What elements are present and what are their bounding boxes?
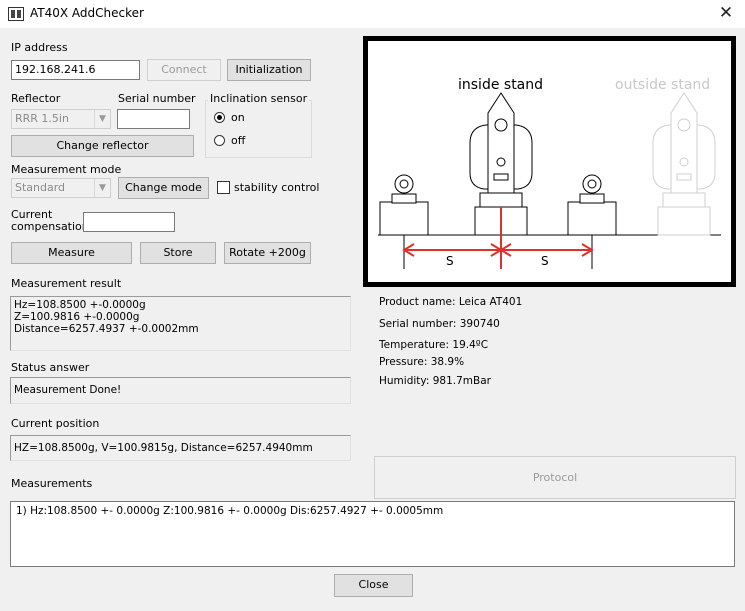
current-position-label: Current position <box>11 417 100 430</box>
product-name-row: Product name: Leica AT401 <box>379 296 522 308</box>
s-left-label: S <box>446 254 454 268</box>
current-compensation-label-line2: compensation <box>11 220 89 233</box>
humidity-value: 981.7mBar <box>432 375 491 387</box>
reflector-select[interactable]: RRR 1.5in ▼ <box>11 109 111 129</box>
humidity-label: Humidity: <box>379 375 430 387</box>
measurement-result-label: Measurement result <box>11 277 122 290</box>
instrument-serial-label: Serial number: <box>379 318 457 330</box>
store-button[interactable]: Store <box>140 242 216 264</box>
initialization-button[interactable]: Initialization <box>227 59 311 81</box>
s-right-label: S <box>541 254 549 268</box>
reflector-label: Reflector <box>11 92 61 105</box>
serial-number-label: Serial number <box>118 92 196 105</box>
close-window-button[interactable]: ✕ <box>713 2 739 24</box>
left-reflector-icon <box>379 174 429 236</box>
window-title: AT40X AddChecker <box>30 6 144 20</box>
list-item[interactable]: 1) Hz:108.8500 +- 0.0000g Z:100.9816 +- … <box>16 505 729 517</box>
measurement-mode-select[interactable]: Standard ▼ <box>11 178 111 198</box>
inclination-off-radio[interactable] <box>214 135 225 146</box>
chevron-down-icon: ▼ <box>94 179 110 197</box>
stability-control-label: stability control <box>234 181 320 194</box>
change-reflector-button[interactable]: Change reflector <box>11 135 194 157</box>
inside-stand-label: inside stand <box>458 77 543 93</box>
inclination-sensor-title: Inclination sensor <box>208 92 310 105</box>
measurements-label: Measurements <box>11 477 93 490</box>
chevron-down-icon: ▼ <box>94 110 110 128</box>
inclination-off-label: off <box>231 134 246 147</box>
current-compensation-input[interactable] <box>83 212 175 232</box>
change-mode-button[interactable]: Change mode <box>118 177 209 199</box>
protocol-button[interactable]: Protocol <box>374 456 736 499</box>
radio-dot-icon <box>217 115 222 120</box>
measurement-mode-select-value: Standard <box>15 181 66 194</box>
status-answer-box: Measurement Done! <box>10 377 351 404</box>
stand-diagram: inside stand outside stand S S <box>363 36 736 287</box>
pressure-label: Pressure: <box>379 356 428 368</box>
temperature-row: Temperature: 19.4ºC <box>379 339 488 351</box>
inclination-sensor-group <box>205 100 312 158</box>
pressure-value: 38.9% <box>430 356 465 368</box>
instrument-serial-value: 390740 <box>459 318 500 330</box>
current-position-box: HZ=108.8500g, V=100.9815g, Distance=6257… <box>10 435 351 461</box>
measurement-mode-label: Measurement mode <box>11 163 122 176</box>
temperature-value: 19.4ºC <box>452 339 489 351</box>
measurements-list[interactable]: 1) Hz:108.8500 +- 0.0000g Z:100.9816 +- … <box>10 501 735 567</box>
measurement-result-box: Hz=108.8500 +-0.0000g Z=100.9816 +-0.000… <box>10 296 351 351</box>
pressure-row: Pressure: 38.9% <box>379 356 464 368</box>
product-name-label: Product name: <box>379 296 456 308</box>
tracker-outside-icon <box>652 92 716 236</box>
stand-diagram-svg: inside stand outside stand S S <box>378 77 721 269</box>
ip-address-input[interactable]: 192.168.241.6 <box>11 60 140 80</box>
app-icon <box>8 7 24 21</box>
product-name-value: Leica AT401 <box>458 296 523 308</box>
temperature-label: Temperature: <box>379 339 450 351</box>
current-compensation-label: Current compensation <box>11 209 89 233</box>
connect-button[interactable]: Connect <box>147 59 221 81</box>
close-button[interactable]: Close <box>334 574 413 597</box>
reflector-select-value: RRR 1.5in <box>15 112 69 125</box>
status-answer-label: Status answer <box>11 361 90 374</box>
rotate-button[interactable]: Rotate +200g <box>224 242 311 264</box>
serial-number-row: Serial number: 390740 <box>379 318 500 330</box>
right-reflector-icon <box>567 174 617 236</box>
outside-stand-label: outside stand <box>615 77 710 93</box>
inclination-on-label: on <box>231 111 245 124</box>
measure-button[interactable]: Measure <box>11 242 132 264</box>
stability-control-checkbox[interactable] <box>217 181 230 194</box>
inclination-on-radio[interactable] <box>214 112 225 123</box>
serial-number-input[interactable] <box>117 109 190 129</box>
humidity-row: Humidity: 981.7mBar <box>379 375 491 387</box>
ip-address-label: IP address <box>11 41 68 54</box>
